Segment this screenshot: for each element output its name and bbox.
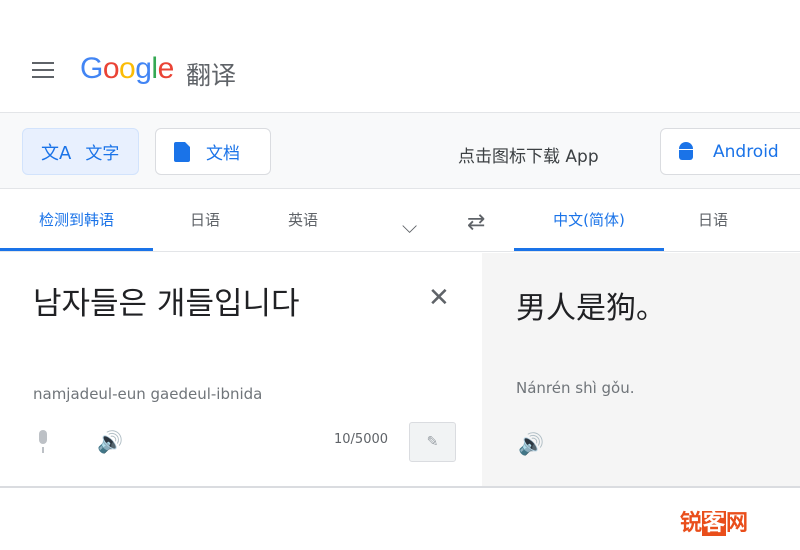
- menu-icon[interactable]: [32, 62, 56, 80]
- document-icon: [174, 141, 190, 162]
- target-speaker-icon[interactable]: 🔊: [518, 432, 544, 457]
- logo-subtitle: 翻译: [186, 61, 237, 90]
- source-input-text[interactable]: 남자들은 개들입니다: [33, 278, 300, 323]
- panel-divider: [0, 486, 800, 488]
- edit-pencil-icon[interactable]: ✎: [409, 422, 456, 462]
- text-mode-label: 文字: [85, 144, 120, 164]
- translation-pinyin: Nánrén shì gǒu.: [516, 379, 635, 397]
- swap-languages-icon[interactable]: ⇄: [467, 210, 485, 235]
- android-icon: [677, 141, 695, 162]
- document-mode-button[interactable]: 文档: [155, 128, 271, 175]
- app-header: Google 翻译: [0, 0, 800, 113]
- android-label: Android: [713, 141, 779, 162]
- tab-source-japanese[interactable]: 日语: [170, 190, 240, 251]
- microphone-icon[interactable]: [34, 430, 52, 456]
- more-source-languages-chevron-icon[interactable]: ⌵: [402, 214, 417, 238]
- tab-source-english[interactable]: 英语: [268, 190, 338, 251]
- tab-target-japanese[interactable]: 日语: [678, 190, 748, 251]
- character-count: 10/5000: [334, 432, 389, 447]
- clear-icon[interactable]: ✕: [428, 283, 450, 313]
- document-mode-label: 文档: [206, 144, 240, 164]
- text-mode-button[interactable]: 文A 文字: [22, 128, 139, 175]
- language-bar: 检测到韩语 日语 英语 中文(简体) 日语: [0, 190, 800, 252]
- tab-target-chinese[interactable]: 中文(简体): [514, 190, 664, 251]
- site-watermark: 锐客网: [680, 511, 749, 536]
- android-button[interactable]: Android: [660, 128, 800, 175]
- translate-icon: 文A: [41, 142, 72, 164]
- source-romanization: namjadeul-eun gaedeul-ibnida: [33, 385, 263, 403]
- google-logo[interactable]: Google: [80, 52, 174, 86]
- translation-output-text: 男人是狗。: [516, 291, 666, 326]
- app-download-text: 点击图标下载 App: [458, 147, 599, 167]
- tab-source-detected[interactable]: 检测到韩语: [0, 190, 153, 251]
- source-speaker-icon[interactable]: 🔊: [97, 430, 123, 455]
